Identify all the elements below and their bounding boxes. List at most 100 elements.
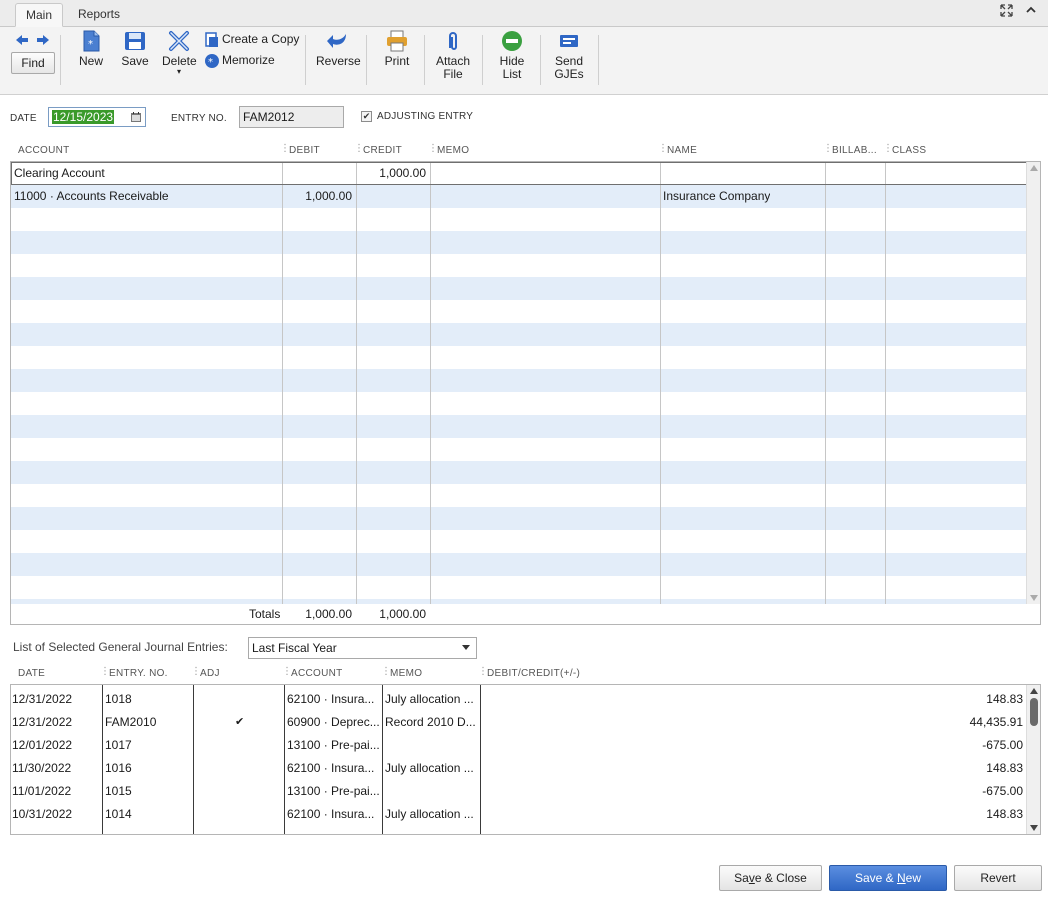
grid-row[interactable] — [11, 323, 1027, 346]
tab-main[interactable]: Main — [15, 3, 64, 27]
list-entry-no: 1017 — [105, 738, 132, 752]
memorize-icon: * — [205, 54, 219, 68]
grid-row[interactable] — [11, 415, 1027, 438]
create-copy-button[interactable]: Create a Copy — [204, 32, 299, 48]
row2-account[interactable]: 11000 · Accounts Receivable — [14, 185, 169, 208]
list-date: 12/31/2022 — [12, 715, 73, 729]
save-new-button[interactable]: Save & New — [829, 865, 947, 891]
entry-no-label: ENTRY NO. — [171, 113, 227, 124]
row1-credit[interactable]: 1,000.00 — [356, 162, 426, 185]
save-button[interactable]: Save — [120, 30, 150, 68]
list-item[interactable]: 12/01/2022 1017 13100 · Pre-pai... -675.… — [11, 734, 1027, 757]
scroll-down-icon[interactable] — [1029, 593, 1039, 603]
toolbar-separator — [482, 35, 483, 85]
scroll-down-icon[interactable] — [1029, 823, 1039, 833]
grid-row[interactable] — [11, 461, 1027, 484]
calendar-icon[interactable] — [130, 111, 142, 126]
list-date: 11/01/2022 — [12, 784, 72, 798]
list-item[interactable]: 11/30/2022 1016 62100 · Insura... July a… — [11, 757, 1027, 780]
revert-button[interactable]: Revert — [954, 865, 1042, 891]
scroll-up-icon[interactable] — [1029, 163, 1039, 173]
grid-row[interactable] — [11, 300, 1027, 323]
row2-name[interactable]: Insurance Company — [663, 185, 770, 208]
reverse-button[interactable]: Reverse — [316, 30, 361, 68]
adjusting-entry-label: ADJUSTING ENTRY — [377, 111, 474, 122]
entries-filter-value: Last Fiscal Year — [252, 641, 337, 655]
grid-row[interactable] — [11, 530, 1027, 553]
scroll-up-icon[interactable] — [1029, 686, 1039, 696]
grid-row[interactable] — [11, 231, 1027, 254]
list-amount: 148.83 — [986, 692, 1023, 706]
totals-bar: Totals 1,000.00 1,000.00 — [10, 604, 1041, 625]
grid-row[interactable] — [11, 576, 1027, 599]
total-debit: 1,000.00 — [305, 607, 352, 621]
tab-reports[interactable]: Reports — [68, 3, 130, 27]
expand-icon[interactable] — [1000, 4, 1013, 20]
active-row-outline — [11, 162, 1027, 185]
next-arrow-icon[interactable] — [36, 33, 50, 50]
grid-row[interactable] — [11, 346, 1027, 369]
list-amount: -675.00 — [982, 784, 1023, 798]
list-memo: Record 2010 D... — [385, 715, 476, 729]
column-header-credit[interactable]: CREDIT — [363, 145, 402, 156]
list-header-memo[interactable]: MEMO — [390, 668, 422, 679]
list-item[interactable]: 12/31/2022 FAM2010 ✔ 60900 · Deprec... R… — [11, 711, 1027, 734]
list-header-account[interactable]: ACCOUNT — [291, 668, 343, 679]
save-close-button[interactable]: Save & Close — [719, 865, 822, 891]
list-amount: -675.00 — [982, 738, 1023, 752]
row1-account[interactable]: Clearing Account — [14, 162, 105, 185]
list-header-debit-credit[interactable]: DEBIT/CREDIT(+/-) — [487, 668, 580, 679]
list-date: 12/31/2022 — [12, 692, 73, 706]
column-header-account[interactable]: ACCOUNT — [18, 145, 70, 156]
list-account: 62100 · Insura... — [287, 692, 375, 706]
find-button[interactable]: Find — [11, 52, 55, 74]
list-item[interactable]: 10/31/2022 1014 62100 · Insura... July a… — [11, 803, 1027, 826]
column-header-billable[interactable]: BILLAB... — [832, 145, 877, 156]
list-account: 13100 · Pre-pai... — [287, 784, 380, 798]
entries-filter-dropdown[interactable]: Last Fiscal Year — [248, 637, 477, 659]
grid-row[interactable] — [11, 507, 1027, 530]
list-header-adj[interactable]: ADJ — [200, 668, 220, 679]
column-divider — [430, 162, 431, 604]
list-header-entry-no[interactable]: ENTRY. NO. — [109, 668, 168, 679]
grid-row[interactable] — [11, 553, 1027, 576]
entry-no-field[interactable]: FAM2012 — [239, 106, 344, 128]
list-memo: July allocation ... — [385, 692, 474, 706]
column-header-debit[interactable]: DEBIT — [289, 145, 320, 156]
adjusting-entry-checkbox[interactable]: ✔ — [361, 111, 372, 122]
column-header-memo[interactable]: MEMO — [437, 145, 469, 156]
journal-entry-grid[interactable]: Clearing Account 1,000.00 11000 · Accoun… — [10, 161, 1041, 605]
grid-row[interactable] — [11, 484, 1027, 507]
delete-button[interactable]: Delete ▾ — [162, 30, 197, 76]
journal-entries-list[interactable]: 12/31/2022 1018 62100 · Insura... July a… — [10, 684, 1041, 835]
print-button[interactable]: Print — [382, 30, 412, 68]
attach-file-button[interactable]: Attach File — [436, 30, 470, 81]
grid-row[interactable] — [11, 254, 1027, 277]
previous-arrow-icon[interactable] — [15, 33, 29, 50]
list-memo — [385, 780, 478, 803]
list-scrollbar[interactable] — [1026, 685, 1040, 834]
grid-scrollbar[interactable] — [1026, 162, 1040, 604]
send-gjes-button[interactable]: Send GJEs — [552, 30, 586, 81]
list-item[interactable]: 12/31/2022 1018 62100 · Insura... July a… — [11, 688, 1027, 711]
new-button[interactable]: * New — [76, 30, 106, 68]
hide-list-button[interactable]: Hide List — [496, 30, 528, 81]
list-entry-no: 1016 — [105, 761, 132, 775]
grid-row[interactable] — [11, 392, 1027, 415]
date-field[interactable]: 12/15/2023 — [48, 107, 146, 127]
grid-row[interactable] — [11, 208, 1027, 231]
grid-row[interactable] — [11, 438, 1027, 461]
list-item[interactable]: 11/01/2022 1015 13100 · Pre-pai... -675.… — [11, 780, 1027, 803]
collapse-icon[interactable] — [1025, 4, 1037, 19]
scroll-thumb[interactable] — [1030, 698, 1038, 726]
list-header-date[interactable]: DATE — [18, 668, 45, 679]
column-header-class[interactable]: CLASS — [892, 145, 926, 156]
row2-debit[interactable]: 1,000.00 — [282, 185, 352, 208]
hide-list-icon — [502, 31, 522, 51]
grid-row[interactable] — [11, 277, 1027, 300]
memorize-button[interactable]: * Memorize — [204, 53, 275, 69]
column-header-name[interactable]: NAME — [667, 145, 697, 156]
grid-row[interactable] — [11, 369, 1027, 392]
list-account: 13100 · Pre-pai... — [287, 738, 380, 752]
printer-icon — [387, 30, 407, 52]
